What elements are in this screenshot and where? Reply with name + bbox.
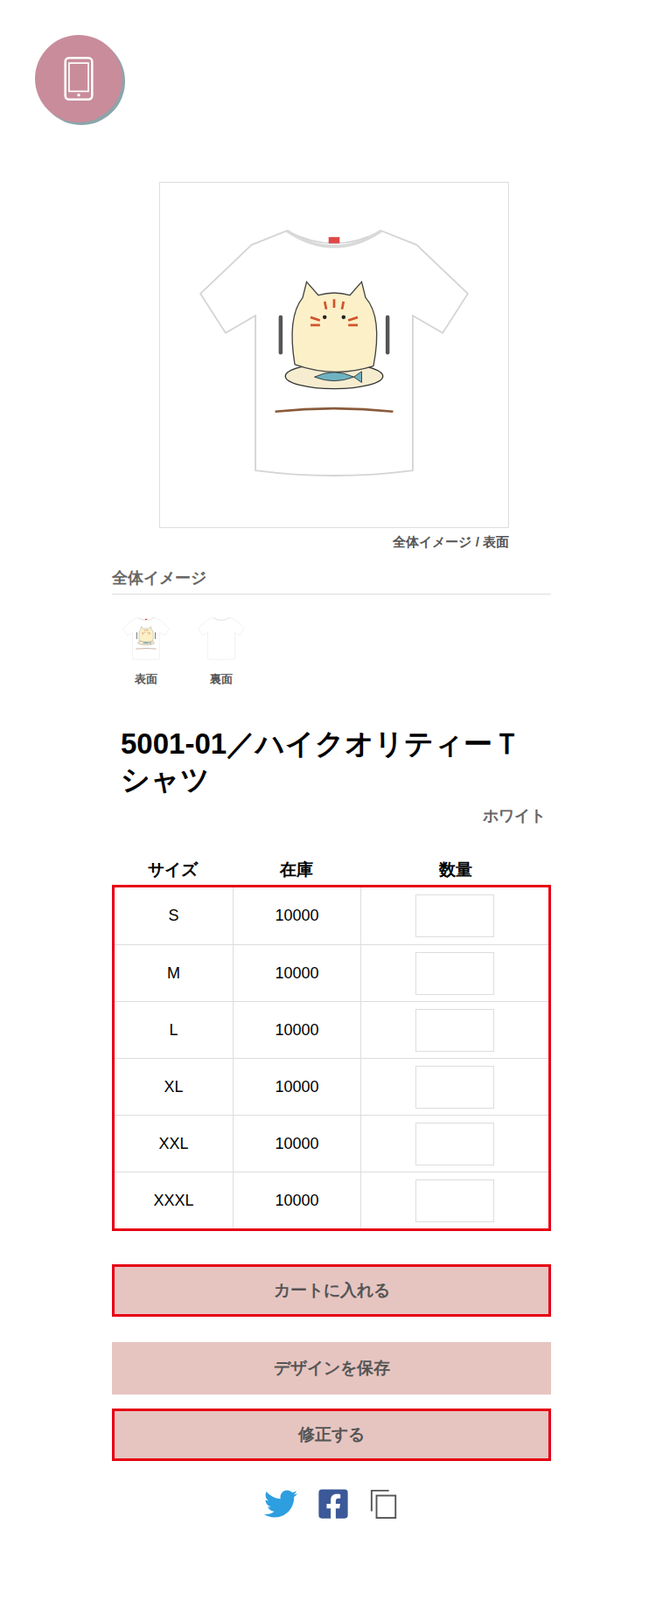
table-row: XXL10000 xyxy=(114,1115,549,1173)
quantity-input[interactable] xyxy=(415,1066,495,1110)
table-row: S10000 xyxy=(114,887,549,945)
column-header: 在庫 xyxy=(232,860,361,880)
copy-icon[interactable] xyxy=(369,1488,399,1521)
quantity-input[interactable] xyxy=(415,894,495,938)
thumbnail-list: 表面 裏面 xyxy=(118,612,552,688)
size-cell: S xyxy=(114,887,233,945)
stock-cell: 10000 xyxy=(232,1172,361,1229)
stock-cell: 10000 xyxy=(232,1116,361,1173)
thumbnail-heading: 全体イメージ xyxy=(111,567,552,595)
quantity-cell xyxy=(360,887,549,945)
smartphone-icon xyxy=(63,55,94,102)
table-row: XL10000 xyxy=(114,1058,549,1116)
size-cell: XL xyxy=(114,1059,233,1116)
share-bar xyxy=(111,1487,552,1522)
page: 全体イメージ / 表面全体イメージ表面 裏面 5001-01／ハイクオリティーＴシャ… xyxy=(0,0,656,1600)
stock-cell: 10000 xyxy=(232,945,361,1002)
stock-cell: 10000 xyxy=(232,887,361,945)
action-button[interactable]: デザインを保存 xyxy=(111,1342,552,1396)
device-badge xyxy=(34,34,123,123)
quantity-cell xyxy=(360,1172,549,1229)
facebook-icon[interactable] xyxy=(316,1487,350,1522)
tshirt-image xyxy=(176,199,492,511)
thumbnail[interactable]: 表面 xyxy=(118,612,174,688)
table-row: XXXL10000 xyxy=(114,1172,549,1229)
stock-cell: 10000 xyxy=(232,1002,361,1059)
action-button[interactable]: カートに入れる xyxy=(111,1264,552,1318)
thumbnail-label: 裏面 xyxy=(209,671,233,688)
thumbnail-image xyxy=(118,612,174,667)
size-table: S10000M10000L10000XL10000XXL10000XXXL100… xyxy=(111,885,552,1232)
quantity-input[interactable] xyxy=(415,952,495,996)
stock-cell: 10000 xyxy=(232,1059,361,1116)
quantity-cell xyxy=(360,1002,549,1059)
twitter-icon[interactable] xyxy=(264,1487,298,1522)
size-cell: L xyxy=(114,1002,233,1059)
table-row: L10000 xyxy=(114,1001,549,1059)
product-panel: 全体イメージ / 表面全体イメージ表面 裏面 5001-01／ハイクオリティーＴシャ… xyxy=(111,181,552,1522)
size-cell: XXXL xyxy=(114,1172,233,1229)
preview-image xyxy=(159,181,510,529)
quantity-input[interactable] xyxy=(415,1179,495,1223)
action-button[interactable]: 修正する xyxy=(111,1409,552,1462)
column-header: 数量 xyxy=(360,860,552,880)
thumbnail-label: 表面 xyxy=(134,671,158,688)
thumbnail[interactable]: 裏面 xyxy=(194,612,249,688)
product-title: 5001-01／ハイクオリティーＴシャツ xyxy=(111,725,552,800)
size-cell: M xyxy=(114,945,233,1002)
preview-caption: 全体イメージ / 表面 xyxy=(111,532,510,552)
quantity-cell xyxy=(360,1116,549,1173)
quantity-cell xyxy=(360,945,549,1002)
product-color: ホワイト xyxy=(111,806,552,826)
quantity-input[interactable] xyxy=(415,1123,495,1166)
table-row: M10000 xyxy=(114,944,549,1002)
table-header: サイズ在庫数量 xyxy=(111,860,552,880)
button-group: カートに入れるデザインを保存修正する xyxy=(111,1264,552,1462)
column-header: サイズ xyxy=(111,860,233,880)
thumbnail-image xyxy=(194,612,249,667)
size-cell: XXL xyxy=(114,1116,233,1173)
quantity-cell xyxy=(360,1059,549,1116)
quantity-input[interactable] xyxy=(415,1009,495,1053)
